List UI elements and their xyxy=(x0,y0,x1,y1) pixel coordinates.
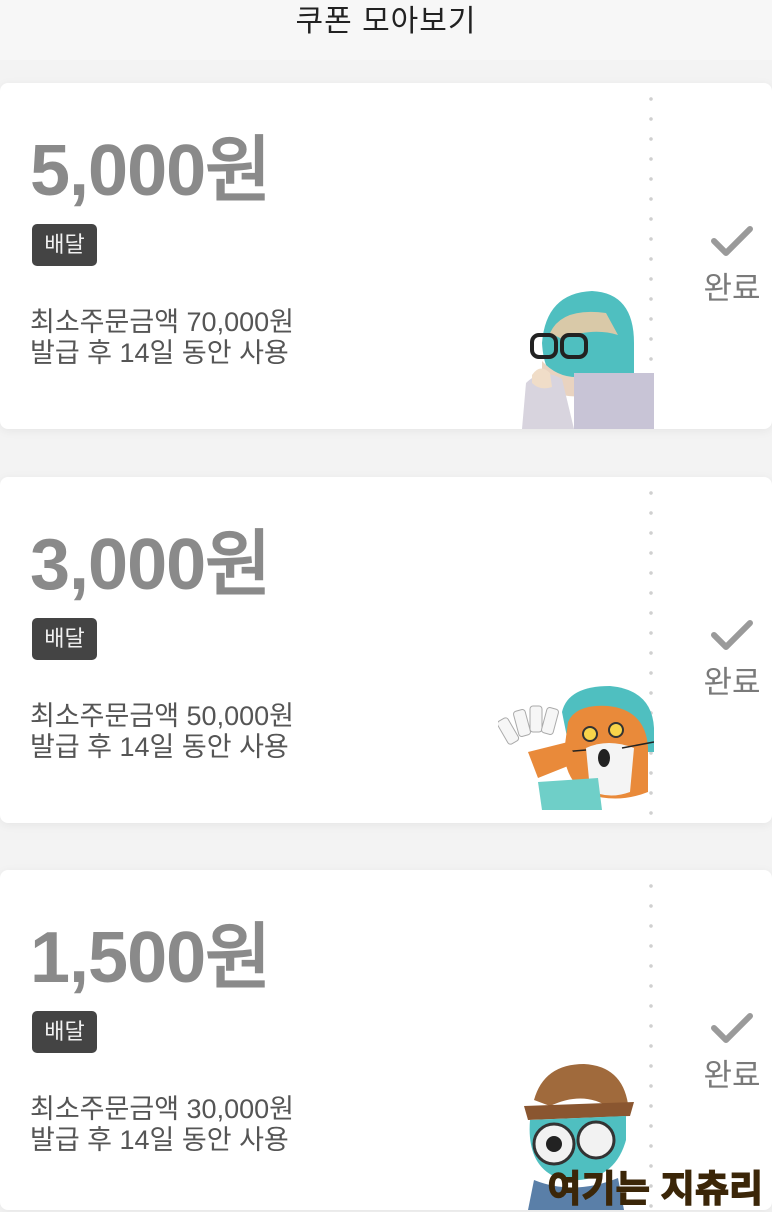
check-icon xyxy=(711,226,753,256)
category-badge: 배달 xyxy=(32,618,97,660)
min-order-text: 최소주문금액 30,000원 xyxy=(30,1094,294,1124)
cat-sticker xyxy=(498,686,654,810)
status-complete: 완료 xyxy=(690,1012,772,1095)
coupon-amount: 5,000원 xyxy=(30,131,271,211)
coupon-amount: 1,500원 xyxy=(30,918,271,998)
status-label: 완료 xyxy=(703,271,761,306)
status-label: 완료 xyxy=(703,1058,761,1093)
status-label: 완료 xyxy=(703,665,761,700)
coupon-card[interactable]: 1,500원 배달 최소주문금액 30,000원 발급 후 14일 동안 사용 … xyxy=(0,870,772,1210)
coupon-card[interactable]: 5,000원 배달 최소주문금액 70,000원 발급 후 14일 동안 사용 … xyxy=(0,83,772,429)
status-complete: 완료 xyxy=(690,225,772,308)
page-title: 쿠폰 모아보기 xyxy=(295,5,477,38)
validity-text: 발급 후 14일 동안 사용 xyxy=(30,732,289,762)
category-badge: 배달 xyxy=(32,1011,97,1053)
header: 쿠폰 모아보기 xyxy=(0,0,772,60)
check-icon xyxy=(711,620,753,650)
validity-text: 발급 후 14일 동안 사용 xyxy=(30,1125,289,1155)
coupon-amount: 3,000원 xyxy=(30,525,271,605)
status-complete: 완료 xyxy=(690,619,772,702)
perforation-divider xyxy=(648,870,654,1210)
check-icon xyxy=(711,1013,753,1043)
min-order-text: 최소주문금액 50,000원 xyxy=(30,701,294,731)
validity-text: 발급 후 14일 동안 사용 xyxy=(30,338,289,368)
min-order-text: 최소주문금액 70,000원 xyxy=(30,307,294,337)
character-sticker xyxy=(522,291,654,429)
coupon-card[interactable]: 3,000원 배달 최소주문금액 50,000원 발급 후 14일 동안 사용 … xyxy=(0,477,772,823)
category-badge: 배달 xyxy=(32,224,97,266)
overlay-caption: 여기는 지츄리 xyxy=(547,1167,764,1210)
